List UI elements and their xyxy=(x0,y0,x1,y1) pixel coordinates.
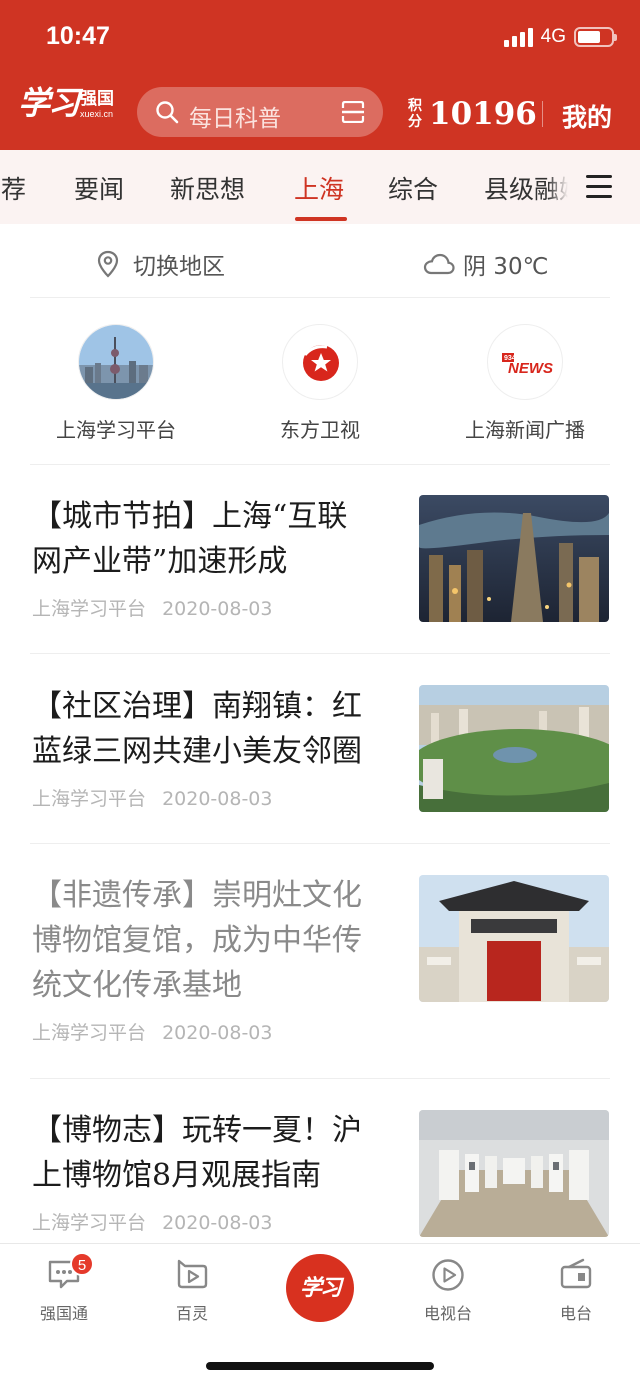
short-video-icon xyxy=(177,1259,208,1289)
article-source: 上海学习平台 xyxy=(32,788,147,810)
news-radio-logo-icon: 934 NEWS xyxy=(487,324,563,400)
channel-dragon-tv[interactable]: 东方卫视 xyxy=(220,324,420,443)
nav-qiangguotong[interactable]: 5 强国通 xyxy=(24,1252,104,1324)
dragon-tv-logo-icon xyxy=(282,324,358,400)
news-logo-text: NEWS xyxy=(508,360,553,377)
tab-new-thought[interactable]: 新思想 xyxy=(170,170,245,206)
channel-shanghai-study[interactable]: 上海学习平台 xyxy=(16,324,216,443)
channel-label: 上海学习平台 xyxy=(56,418,176,442)
points-display[interactable]: 积 分 10196 xyxy=(407,96,537,132)
cloud-icon xyxy=(423,253,455,275)
channel-label: 东方卫视 xyxy=(280,418,360,442)
shanghai-skyline-avatar xyxy=(78,324,154,400)
article-date: 2020-08-03 xyxy=(162,1022,273,1044)
divider xyxy=(30,297,610,298)
article-date: 2020-08-03 xyxy=(162,598,273,620)
article-thumbnail xyxy=(419,875,609,1002)
channel-shanghai-news-radio[interactable]: 934 NEWS 上海新闻广播 xyxy=(425,324,625,443)
nav-label: 电视台 xyxy=(423,1304,472,1323)
app-logo[interactable]: 学习 强国 xuexi.cn xyxy=(18,86,114,120)
article-thumbnail xyxy=(419,495,609,622)
points-label-2: 分 xyxy=(408,114,422,130)
article-source: 上海学习平台 xyxy=(32,598,147,620)
article-date: 2020-08-03 xyxy=(162,788,273,810)
article-item[interactable]: 【博物志】玩转一夏！沪上博物馆8月观展指南 上海学习平台 2020-08-03 xyxy=(32,1108,610,1237)
scan-icon[interactable] xyxy=(341,101,365,123)
notification-badge: 5 xyxy=(70,1252,94,1276)
article-title: 【城市节拍】上海“互联网产业带”加速形成 xyxy=(32,499,348,579)
article-source: 上海学习平台 xyxy=(32,1212,147,1234)
nav-bailing[interactable]: 百灵 xyxy=(152,1258,232,1324)
article-item[interactable]: 【非遗传承】崇明灶文化博物馆复馆，成为中华传统文化传承基地 上海学习平台 202… xyxy=(32,873,610,1045)
article-thumbnail xyxy=(419,1110,609,1237)
logo-url: xuexi.cn xyxy=(80,109,114,119)
article-title: 【非遗传承】崇明灶文化博物馆复馆，成为中华传统文化传承基地 xyxy=(32,878,362,1003)
switch-region-label: 切换地区 xyxy=(133,254,225,280)
status-indicators: 4G xyxy=(503,26,617,48)
article-source: 上海学习平台 xyxy=(32,1022,147,1044)
article-title: 【社区治理】南翔镇：红蓝绿三网共建小美友邻圈 xyxy=(32,689,362,769)
points-value: 10196 xyxy=(429,96,537,132)
nav-tv-station[interactable]: 电视台 xyxy=(408,1258,488,1324)
radio-icon xyxy=(560,1258,592,1289)
tab-shanghai[interactable]: 上海 xyxy=(294,170,344,206)
channel-tabs: 推荐 要闻 新思想 上海 综合 县级融媒 xyxy=(0,150,640,224)
active-tab-indicator xyxy=(295,217,347,221)
study-center-button[interactable]: 学习 xyxy=(286,1254,354,1322)
switch-region-button[interactable]: 切换地区 xyxy=(95,247,225,281)
article-item[interactable]: 【城市节拍】上海“互联网产业带”加速形成 上海学习平台 2020-08-03 xyxy=(32,494,610,622)
weather-info: 阴 30℃ xyxy=(423,247,548,281)
divider xyxy=(30,464,610,465)
home-indicator[interactable] xyxy=(206,1362,434,1370)
nav-radio[interactable]: 电台 xyxy=(536,1258,616,1324)
nav-label: 强国通 xyxy=(39,1304,88,1323)
nav-label: 电台 xyxy=(559,1304,592,1323)
points-label-1: 积 xyxy=(408,98,422,114)
tab-general[interactable]: 综合 xyxy=(388,170,438,206)
logo-script: 学习 xyxy=(18,84,80,122)
nav-label: 百灵 xyxy=(175,1304,208,1323)
network-type: 4G xyxy=(540,26,566,47)
signal-icon xyxy=(503,27,533,47)
play-circle-icon xyxy=(432,1259,464,1291)
tab-menu-icon[interactable] xyxy=(568,150,640,224)
divider xyxy=(30,653,610,654)
channel-label: 上海新闻广播 xyxy=(465,418,585,442)
weather-text: 阴 30℃ xyxy=(463,254,549,280)
study-center-label: 学习 xyxy=(299,1275,342,1301)
mine-button[interactable]: 我的 xyxy=(562,98,612,134)
location-pin-icon xyxy=(97,250,119,278)
header-divider xyxy=(542,101,543,127)
battery-icon xyxy=(574,27,617,47)
search-icon xyxy=(156,101,179,124)
tab-news[interactable]: 要闻 xyxy=(74,170,124,206)
article-date: 2020-08-03 xyxy=(162,1212,273,1234)
article-title: 【博物志】玩转一夏！沪上博物馆8月观展指南 xyxy=(32,1113,362,1193)
search-bar[interactable]: 每日科普 xyxy=(137,87,383,137)
search-placeholder: 每日科普 xyxy=(189,106,281,132)
app-header: 10:47 4G 学习 强国 xuexi.cn 每日科普 积 分 10196 我… xyxy=(0,0,640,150)
divider xyxy=(30,1078,610,1079)
status-time: 10:47 xyxy=(46,22,110,50)
article-thumbnail xyxy=(419,685,609,812)
logo-text: 强国 xyxy=(80,89,115,109)
tab-recommend[interactable]: 推荐 xyxy=(0,170,26,206)
article-item[interactable]: 【社区治理】南翔镇：红蓝绿三网共建小美友邻圈 上海学习平台 2020-08-03 xyxy=(32,684,610,812)
divider xyxy=(30,843,610,844)
